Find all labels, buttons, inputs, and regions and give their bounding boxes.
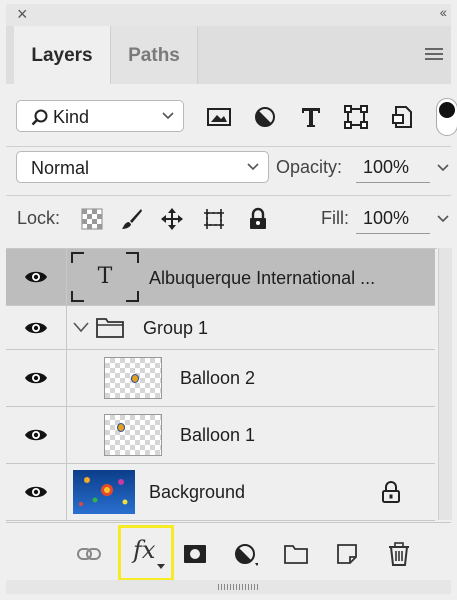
type-filter-icon[interactable] bbox=[298, 104, 324, 130]
folder-icon bbox=[96, 318, 124, 338]
opacity-underline bbox=[356, 182, 430, 183]
layer-row[interactable]: T Albuquerque International ... bbox=[6, 249, 435, 306]
balloon-image bbox=[131, 374, 139, 383]
layer-name: Background bbox=[149, 482, 246, 502]
lock-image-icon[interactable] bbox=[120, 207, 144, 231]
eye-icon[interactable] bbox=[24, 427, 48, 443]
panel-menu-icon[interactable] bbox=[425, 48, 443, 62]
adjustment-layer-icon[interactable] bbox=[232, 541, 258, 567]
new-group-icon[interactable] bbox=[283, 541, 309, 567]
resize-grip-icon[interactable] bbox=[218, 584, 258, 590]
shape-filter-icon[interactable] bbox=[343, 104, 369, 130]
layers-list: T Albuquerque International ... Group 1 bbox=[6, 248, 437, 521]
fx-icon: fx bbox=[133, 536, 156, 564]
filter-row: Kind bbox=[6, 90, 457, 142]
panel-footer: fx bbox=[6, 522, 451, 581]
smart-object-filter-icon[interactable] bbox=[390, 104, 416, 130]
eye-icon[interactable] bbox=[24, 484, 48, 500]
lock-position-icon[interactable] bbox=[160, 207, 184, 231]
eye-icon[interactable] bbox=[24, 320, 48, 336]
layer-name: Albuquerque International ... bbox=[149, 268, 376, 288]
blend-mode-label: Normal bbox=[31, 158, 90, 178]
chevron-down-icon[interactable] bbox=[72, 320, 90, 334]
layer-row[interactable]: Group 1 bbox=[6, 306, 435, 350]
visibility-cell[interactable] bbox=[6, 249, 67, 305]
lock-all-icon[interactable] bbox=[246, 207, 270, 231]
background-thumbnail bbox=[73, 470, 135, 514]
visibility-cell[interactable] bbox=[6, 464, 67, 520]
layer-name: Balloon 2 bbox=[180, 368, 256, 388]
add-mask-icon[interactable] bbox=[182, 541, 208, 567]
kind-filter-select[interactable]: Kind bbox=[16, 100, 184, 132]
panel-resize-bar[interactable] bbox=[6, 580, 451, 594]
lock-icon bbox=[382, 481, 400, 503]
new-layer-icon[interactable] bbox=[334, 541, 360, 567]
tab-layers[interactable]: Layers bbox=[14, 26, 110, 84]
fill-underline bbox=[356, 233, 430, 234]
fx-button[interactable]: fx bbox=[118, 525, 174, 581]
panel-tabs: Layers Paths bbox=[6, 26, 451, 84]
dropdown-triangle-icon bbox=[157, 564, 165, 569]
fill-label: Fill: bbox=[321, 208, 349, 228]
eye-icon[interactable] bbox=[24, 370, 48, 386]
fill-input[interactable]: 100% bbox=[363, 208, 409, 229]
adjustment-filter-icon[interactable] bbox=[252, 104, 278, 130]
delete-layer-icon[interactable] bbox=[386, 541, 412, 567]
link-layers-icon[interactable] bbox=[76, 541, 102, 567]
layer-row[interactable]: Balloon 2 bbox=[6, 350, 435, 407]
layer-thumbnail bbox=[104, 357, 162, 399]
text-layer-thumbnail: T bbox=[71, 252, 139, 302]
chevron-down-icon bbox=[247, 163, 259, 171]
layer-name: Group 1 bbox=[143, 318, 209, 338]
opacity-label: Opacity: bbox=[276, 157, 343, 177]
layers-panel: × ‹‹ Layers Paths Kind Normal Opacity: 1… bbox=[0, 0, 457, 600]
chevron-down-icon bbox=[162, 112, 174, 120]
svg-text:T: T bbox=[98, 264, 113, 289]
lock-transparent-icon[interactable] bbox=[80, 207, 104, 231]
layer-thumbnail bbox=[104, 414, 162, 456]
filter-toggle[interactable] bbox=[436, 98, 457, 136]
visibility-cell[interactable] bbox=[6, 350, 67, 406]
image-filter-icon[interactable] bbox=[206, 104, 232, 130]
chevron-down-icon[interactable] bbox=[436, 163, 450, 173]
kind-label: Kind bbox=[53, 107, 90, 127]
lock-artboard-icon[interactable] bbox=[202, 207, 226, 231]
layer-row[interactable]: Background bbox=[6, 464, 435, 521]
balloon-image bbox=[117, 423, 125, 432]
divider bbox=[6, 195, 451, 196]
blend-mode-select[interactable]: Normal bbox=[16, 151, 269, 183]
eye-icon[interactable] bbox=[24, 269, 48, 285]
close-icon[interactable]: × bbox=[17, 4, 28, 25]
collapse-icon[interactable]: ‹‹ bbox=[440, 4, 447, 20]
visibility-cell[interactable] bbox=[6, 306, 67, 349]
panel-titlebar: × ‹‹ bbox=[6, 4, 451, 26]
divider bbox=[6, 146, 451, 147]
layer-row[interactable]: Balloon 1 bbox=[6, 407, 435, 464]
search-icon bbox=[31, 109, 48, 126]
tab-paths[interactable]: Paths bbox=[110, 26, 198, 84]
layers-scrollbar[interactable] bbox=[438, 248, 452, 520]
lock-label: Lock: bbox=[17, 208, 61, 228]
visibility-cell[interactable] bbox=[6, 407, 67, 463]
chevron-down-icon[interactable] bbox=[436, 214, 450, 224]
layer-name: Balloon 1 bbox=[180, 425, 256, 445]
opacity-input[interactable]: 100% bbox=[363, 157, 409, 178]
